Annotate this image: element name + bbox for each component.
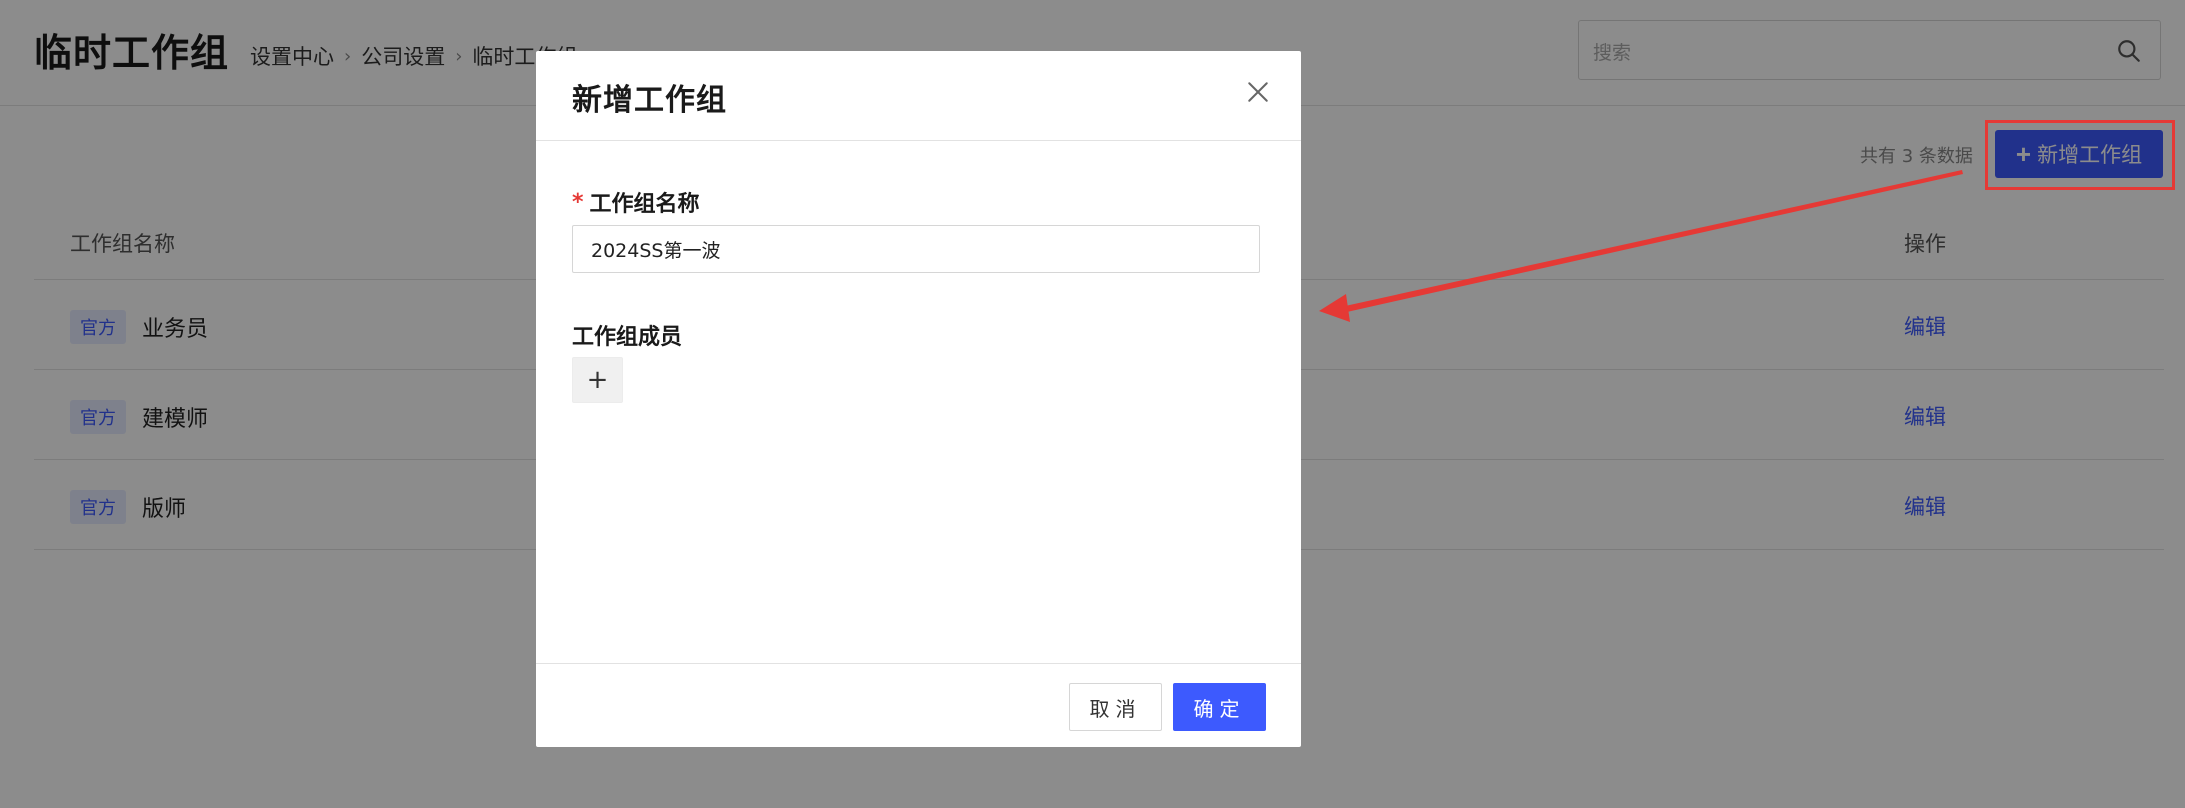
add-member-button[interactable]: +	[572, 357, 623, 403]
plus-icon: +	[586, 365, 609, 395]
name-label-text: 工作组名称	[589, 192, 700, 217]
dialog-footer: 取消 确定	[536, 663, 1301, 747]
workgroup-name-input[interactable]	[572, 225, 1260, 273]
add-workgroup-dialog: 新增工作组 * 工作组名称 工作组成员 + 取消 确定	[536, 51, 1301, 747]
close-icon[interactable]	[1243, 77, 1273, 107]
dialog-title: 新增工作组	[572, 83, 727, 118]
dialog-header: 新增工作组	[536, 51, 1301, 141]
required-asterisk-icon: *	[572, 189, 584, 215]
members-label: 工作组成员	[572, 325, 683, 350]
confirm-button[interactable]: 确定	[1173, 683, 1266, 731]
cancel-button[interactable]: 取消	[1069, 683, 1162, 731]
name-field-label: * 工作组名称	[572, 186, 700, 218]
